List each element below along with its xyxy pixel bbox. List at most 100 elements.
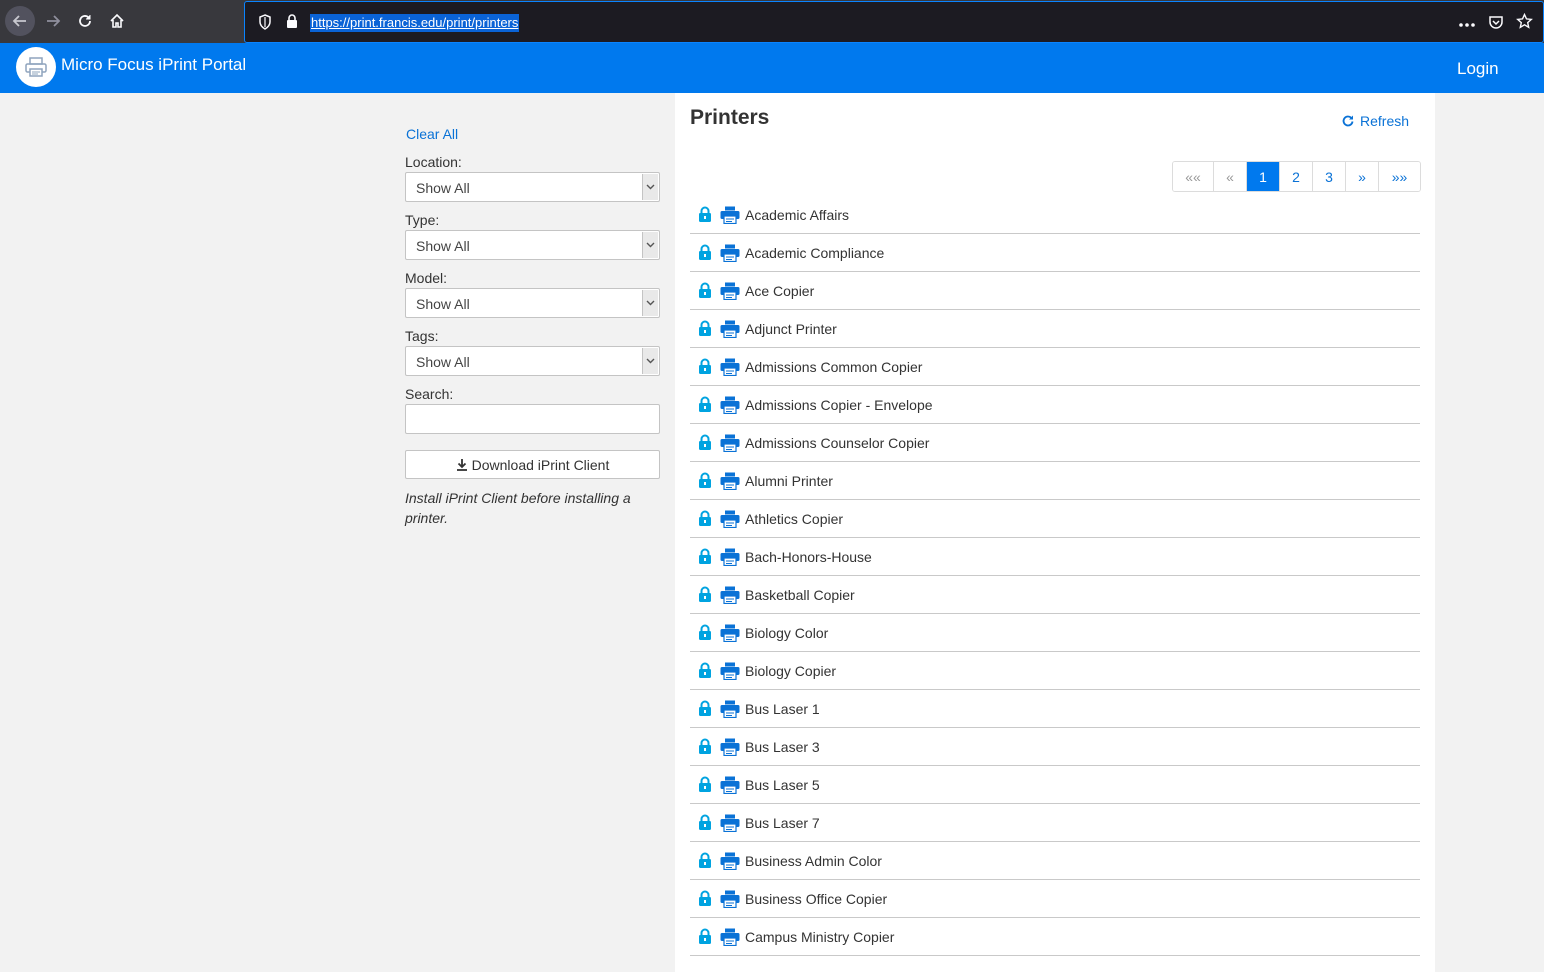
forward-arrow-icon <box>47 15 61 27</box>
printer-row[interactable]: Bus Laser 5 <box>690 766 1420 804</box>
printer-row[interactable]: Business Admin Color <box>690 842 1420 880</box>
lock-icon[interactable] <box>286 14 298 34</box>
printer-row[interactable]: Adjunct Printer <box>690 310 1420 348</box>
printer-row[interactable]: Bus Laser 7 <box>690 804 1420 842</box>
printer-row[interactable]: Ace Copier <box>690 272 1420 310</box>
printer-row[interactable]: Biology Copier <box>690 652 1420 690</box>
printer-row[interactable]: Admissions Common Copier <box>690 348 1420 386</box>
url-bar[interactable]: https://print.francis.edu/print/printers <box>244 1 1544 43</box>
download-icon <box>456 459 467 471</box>
lock-icon <box>698 396 712 413</box>
forward-button[interactable] <box>38 6 68 36</box>
printer-icon <box>720 510 740 528</box>
url-text[interactable]: https://print.francis.edu/print/printers <box>310 14 520 32</box>
bookmark-star-icon[interactable] <box>1516 12 1533 35</box>
printer-name[interactable]: Bus Laser 1 <box>745 701 820 717</box>
tags-select-value: Show All <box>416 354 470 370</box>
printer-name[interactable]: Admissions Counselor Copier <box>745 435 929 451</box>
lock-icon <box>698 472 712 489</box>
printer-name[interactable]: Admissions Common Copier <box>745 359 922 375</box>
chevron-down-icon <box>642 232 658 258</box>
model-select-value: Show All <box>416 296 470 312</box>
printer-name[interactable]: Business Office Copier <box>745 891 887 907</box>
install-note: Install iPrint Client before installing … <box>405 490 631 526</box>
printer-name[interactable]: Admissions Copier - Envelope <box>745 397 933 413</box>
printer-name[interactable]: Bus Laser 3 <box>745 739 820 755</box>
printer-icon <box>720 776 740 794</box>
chevron-down-icon <box>642 290 658 316</box>
printer-name[interactable]: Business Admin Color <box>745 853 882 869</box>
printer-name[interactable]: Basketball Copier <box>745 587 855 603</box>
lock-icon <box>698 928 712 945</box>
printer-row[interactable]: Campus Ministry Copier <box>690 918 1420 956</box>
reload-button[interactable] <box>70 6 100 36</box>
printer-icon <box>720 396 740 414</box>
page-link[interactable]: 1 <box>1247 162 1280 191</box>
page-link[interactable]: 2 <box>1280 162 1313 191</box>
printer-icon <box>720 244 740 262</box>
printer-icon <box>720 624 740 642</box>
more-actions-icon[interactable] <box>1458 15 1476 33</box>
tags-select[interactable]: Show All <box>405 346 660 376</box>
model-label: Model: <box>405 270 448 286</box>
home-icon <box>110 13 124 28</box>
printer-row[interactable]: Alumni Printer <box>690 462 1420 500</box>
printer-row[interactable]: Basketball Copier <box>690 576 1420 614</box>
printer-icon <box>720 472 740 490</box>
printer-name[interactable]: Alumni Printer <box>745 473 833 489</box>
clear-all-link[interactable]: Clear All <box>406 126 458 142</box>
printer-row[interactable]: Academic Compliance <box>690 234 1420 272</box>
printer-name[interactable]: Academic Affairs <box>745 207 849 223</box>
printer-icon <box>720 852 740 870</box>
refresh-button[interactable]: Refresh <box>1341 113 1409 129</box>
lock-icon <box>698 510 712 527</box>
printer-name[interactable]: Adjunct Printer <box>745 321 837 337</box>
page-link[interactable]: » <box>1346 162 1379 191</box>
printer-row[interactable]: Admissions Counselor Copier <box>690 424 1420 462</box>
location-select[interactable]: Show All <box>405 172 660 202</box>
refresh-label: Refresh <box>1360 113 1410 129</box>
printer-row[interactable]: Admissions Copier - Envelope <box>690 386 1420 424</box>
printer-row[interactable]: Bach-Honors-House <box>690 538 1420 576</box>
location-label: Location: <box>405 154 462 170</box>
printer-name[interactable]: Biology Copier <box>745 663 836 679</box>
printer-row[interactable]: Biology Color <box>690 614 1420 652</box>
printer-icon <box>720 548 740 566</box>
reload-icon <box>79 15 91 27</box>
printer-name[interactable]: Campus Ministry Copier <box>745 929 894 945</box>
printer-row[interactable]: Business Office Copier <box>690 880 1420 918</box>
page-link[interactable]: 3 <box>1313 162 1346 191</box>
page-link[interactable]: »» <box>1379 162 1420 191</box>
pocket-icon[interactable] <box>1488 14 1504 35</box>
back-button[interactable] <box>5 6 35 36</box>
printer-name[interactable]: Biology Color <box>745 625 828 641</box>
login-link[interactable]: Login <box>1457 59 1499 79</box>
printer-name[interactable]: Ace Copier <box>745 283 814 299</box>
printer-icon <box>720 700 740 718</box>
lock-icon <box>698 358 712 375</box>
model-select[interactable]: Show All <box>405 288 660 318</box>
printer-icon <box>720 814 740 832</box>
printer-row[interactable]: Athletics Copier <box>690 500 1420 538</box>
printer-icon <box>720 320 740 338</box>
printer-name[interactable]: Bus Laser 5 <box>745 777 820 793</box>
printers-panel: Printers Refresh «« «1 2 3»»» Academic Affa… <box>675 93 1435 972</box>
download-client-button[interactable]: Download iPrint Client <box>405 450 660 479</box>
printer-name[interactable]: Academic Compliance <box>745 245 884 261</box>
printer-row[interactable]: Bus Laser 1 <box>690 690 1420 728</box>
printer-name[interactable]: Bach-Honors-House <box>745 549 872 565</box>
lock-icon <box>698 852 712 869</box>
printer-name[interactable]: Athletics Copier <box>745 511 843 527</box>
app-header: Micro Focus iPrint Portal Login <box>0 43 1544 93</box>
home-button[interactable] <box>102 6 132 36</box>
tags-label: Tags: <box>405 328 439 344</box>
printer-row[interactable]: Bus Laser 3 <box>690 728 1420 766</box>
page-title: Printers <box>690 106 770 129</box>
printer-icon <box>720 586 740 604</box>
search-input[interactable] <box>405 404 660 434</box>
shield-icon[interactable] <box>258 14 272 35</box>
type-select[interactable]: Show All <box>405 230 660 260</box>
search-label: Search: <box>405 386 454 402</box>
printer-name[interactable]: Bus Laser 7 <box>745 815 820 831</box>
printer-row[interactable]: Academic Affairs <box>690 196 1420 234</box>
